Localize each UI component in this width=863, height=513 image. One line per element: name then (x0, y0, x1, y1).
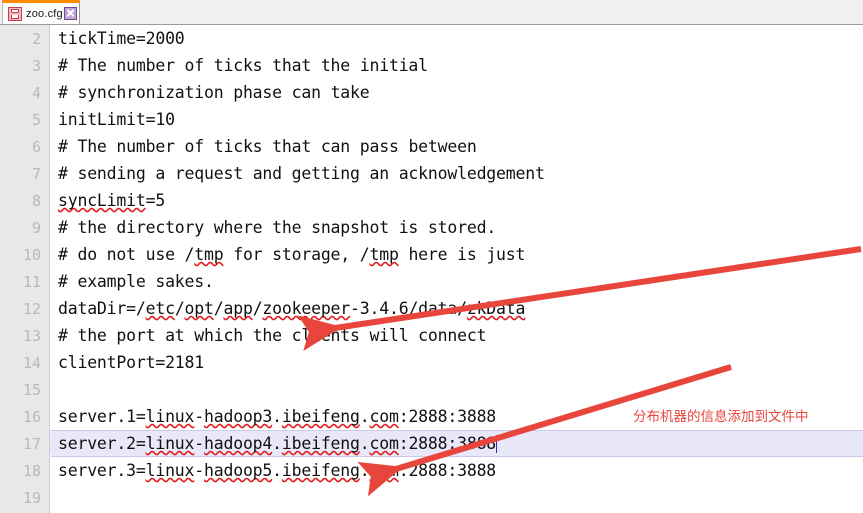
code-line[interactable]: 7 # sending a request and getting an ackn… (0, 160, 863, 187)
line-number: 3 (31, 56, 41, 75)
code-line[interactable]: 4 # synchronization phase can take (0, 79, 863, 106)
tab-bar: zoo.cfg (0, 0, 863, 25)
spellcheck-word: com (369, 407, 399, 426)
spellcheck-word: syncLimit (58, 191, 146, 210)
spellcheck-word: ibeifeng (281, 434, 360, 453)
code-line[interactable]: 2 tickTime=2000 (0, 25, 863, 52)
code-line[interactable]: 6 # The number of ticks that can pass bet… (0, 133, 863, 160)
line-number: 2 (31, 29, 41, 48)
line-number: 16 (22, 407, 41, 426)
spellcheck-word: etc (145, 299, 175, 318)
code-text[interactable]: server.3=linux-hadoop5.ibeifeng.com:2888… (50, 461, 863, 480)
line-number: 9 (31, 218, 41, 237)
spellcheck-word: com (369, 461, 399, 480)
line-number: 8 (31, 191, 41, 210)
code-text[interactable]: syncLimit=5 (50, 191, 863, 210)
spellcheck-word: tmp (369, 245, 399, 264)
spellcheck-word: linux (145, 407, 195, 426)
text-editor[interactable]: 2 tickTime=2000 3 # The number of ticks tha… (0, 25, 863, 513)
spellcheck-word: com (369, 434, 399, 453)
save-file-icon (8, 6, 22, 21)
code-area[interactable]: 2 tickTime=2000 3 # The number of ticks tha… (0, 25, 863, 513)
spellcheck-word: opt (184, 299, 214, 318)
line-number: 17 (22, 434, 41, 453)
code-line[interactable]: 15 (0, 376, 863, 403)
code-line[interactable]: 3 # The number of ticks that the initial (0, 52, 863, 79)
code-text[interactable]: # sending a request and getting an ackno… (50, 164, 863, 183)
code-line[interactable]: 12 dataDir=/etc/opt/app/zookeeper-3.4.6/d… (0, 295, 863, 322)
code-text[interactable]: # The number of ticks that the initial (50, 56, 863, 75)
code-line[interactable]: 8 syncLimit=5 (0, 187, 863, 214)
spellcheck-word: linux (145, 434, 195, 453)
code-line[interactable]: 11 # example sakes. (0, 268, 863, 295)
code-line[interactable]: 17 server.2=linux-hadoop4.ibeifeng.com:28… (0, 430, 863, 457)
spellcheck-word: hadoop4 (204, 434, 273, 453)
spellcheck-word: hadoop3 (204, 407, 273, 426)
line-number: 13 (22, 326, 41, 345)
spellcheck-word: tmp (194, 245, 224, 264)
line-number: 4 (31, 83, 41, 102)
spellcheck-word: ibeifeng (281, 407, 360, 426)
code-text[interactable]: # The number of ticks that can pass betw… (50, 137, 863, 156)
tab-title: zoo.cfg (26, 7, 63, 20)
spellcheck-word: app (223, 299, 253, 318)
close-icon[interactable] (63, 7, 77, 20)
line-number: 19 (22, 488, 41, 507)
line-number: 6 (31, 137, 41, 156)
code-text[interactable]: # example sakes. (50, 272, 863, 291)
code-text[interactable]: dataDir=/etc/opt/app/zookeeper-3.4.6/dat… (50, 299, 863, 318)
line-number: 7 (31, 164, 41, 183)
line-number: 12 (22, 299, 41, 318)
code-line[interactable]: 19 (0, 484, 863, 511)
code-line[interactable]: 18 server.3=linux-hadoop5.ibeifeng.com:28… (0, 457, 863, 484)
code-text[interactable]: clientPort=2181 (50, 353, 863, 372)
code-line[interactable]: 5 initLimit=10 (0, 106, 863, 133)
code-text[interactable]: # do not use /tmp for storage, /tmp here… (50, 245, 863, 264)
code-line[interactable]: 9 # the directory where the snapshot is s… (0, 214, 863, 241)
code-text[interactable]: # the port at which the clients will con… (50, 326, 863, 345)
text-caret (496, 435, 498, 453)
line-number: 10 (22, 245, 41, 264)
line-number: 18 (22, 461, 41, 480)
code-line[interactable]: 14 clientPort=2181 (0, 349, 863, 376)
spellcheck-word: hadoop5 (204, 461, 273, 480)
code-text[interactable]: server.1=linux-hadoop3.ibeifeng.com:2888… (50, 407, 863, 426)
spellcheck-word: zookeeper (262, 299, 351, 318)
line-number: 15 (22, 380, 41, 399)
tab-zoo-cfg[interactable]: zoo.cfg (2, 0, 80, 24)
code-text[interactable]: server.2=linux-hadoop4.ibeifeng.com:2888… (50, 434, 863, 453)
code-line[interactable]: 16 server.1=linux-hadoop3.ibeifeng.com:28… (0, 403, 863, 430)
code-text[interactable]: # the directory where the snapshot is st… (50, 218, 863, 237)
code-text[interactable]: initLimit=10 (50, 110, 863, 129)
spellcheck-word: linux (145, 461, 195, 480)
code-text[interactable]: # synchronization phase can take (50, 83, 863, 102)
code-line[interactable]: 13 # the port at which the clients will c… (0, 322, 863, 349)
code-text[interactable]: tickTime=2000 (50, 29, 863, 48)
spellcheck-word: ibeifeng (281, 461, 360, 480)
line-number: 5 (31, 110, 41, 129)
code-line[interactable]: 10 # do not use /tmp for storage, /tmp he… (0, 241, 863, 268)
line-number: 11 (22, 272, 41, 291)
line-number: 14 (22, 353, 41, 372)
spellcheck-word: zkData (466, 299, 526, 318)
